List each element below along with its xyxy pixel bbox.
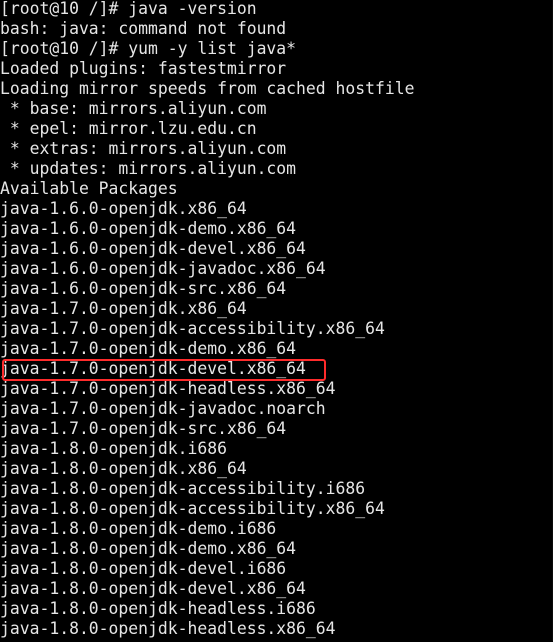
package-line-highlighted: java-1.7.0-openjdk-devel.x86_64 <box>0 359 306 378</box>
terminal-line: Loading mirror speeds from cached hostfi… <box>0 79 415 98</box>
package-line: java-1.8.0-openjdk-headless.x86_64 <box>0 619 336 638</box>
terminal-window[interactable]: [root@10 /]# java -version bash: java: c… <box>0 0 553 642</box>
terminal-line-heading: Available Packages <box>0 179 178 198</box>
package-line: java-1.8.0-openjdk-devel.i686 <box>0 559 287 578</box>
terminal-line-prompt-yum-list: [root@10 /]# yum -y list java* <box>0 39 297 58</box>
terminal-line-mirror: * base: mirrors.aliyun.com <box>0 99 267 118</box>
terminal-line-mirror: * epel: mirror.lzu.edu.cn <box>0 119 257 138</box>
package-line: java-1.6.0-openjdk-src.x86_64 <box>0 279 287 298</box>
terminal-line-mirror: * updates: mirrors.aliyun.com <box>0 159 297 178</box>
terminal-output: [root@10 /]# java -version bash: java: c… <box>0 0 553 639</box>
package-line: java-1.7.0-openjdk-headless.x86_64 <box>0 379 336 398</box>
terminal-line-mirror: * extras: mirrors.aliyun.com <box>0 139 287 158</box>
package-line: java-1.6.0-openjdk-devel.x86_64 <box>0 239 306 258</box>
terminal-line: Loaded plugins: fastestmirror <box>0 59 287 78</box>
terminal-line-prompt-java-version: [root@10 /]# java -version <box>0 0 257 18</box>
package-line: java-1.8.0-openjdk-devel.x86_64 <box>0 579 306 598</box>
package-line: java-1.8.0-openjdk-headless.i686 <box>0 599 316 618</box>
package-line: java-1.8.0-openjdk-demo.i686 <box>0 519 277 538</box>
package-line: java-1.6.0-openjdk-javadoc.x86_64 <box>0 259 326 278</box>
package-line: java-1.6.0-openjdk.x86_64 <box>0 199 247 218</box>
package-line: java-1.8.0-openjdk.i686 <box>0 439 227 458</box>
package-line: java-1.8.0-openjdk-accessibility.x86_64 <box>0 499 385 518</box>
package-line: java-1.8.0-openjdk.x86_64 <box>0 459 247 478</box>
package-line: java-1.8.0-openjdk-demo.x86_64 <box>0 539 297 558</box>
package-line: java-1.6.0-openjdk-demo.x86_64 <box>0 219 297 238</box>
package-line: java-1.7.0-openjdk.x86_64 <box>0 299 247 318</box>
package-line: java-1.8.0-openjdk-accessibility.i686 <box>0 479 366 498</box>
package-line: java-1.7.0-openjdk-accessibility.x86_64 <box>0 319 385 338</box>
terminal-line-error: bash: java: command not found <box>0 19 287 38</box>
package-line: java-1.7.0-openjdk-src.x86_64 <box>0 419 287 438</box>
package-line: java-1.7.0-openjdk-demo.x86_64 <box>0 339 297 358</box>
package-line: java-1.7.0-openjdk-javadoc.noarch <box>0 399 326 418</box>
